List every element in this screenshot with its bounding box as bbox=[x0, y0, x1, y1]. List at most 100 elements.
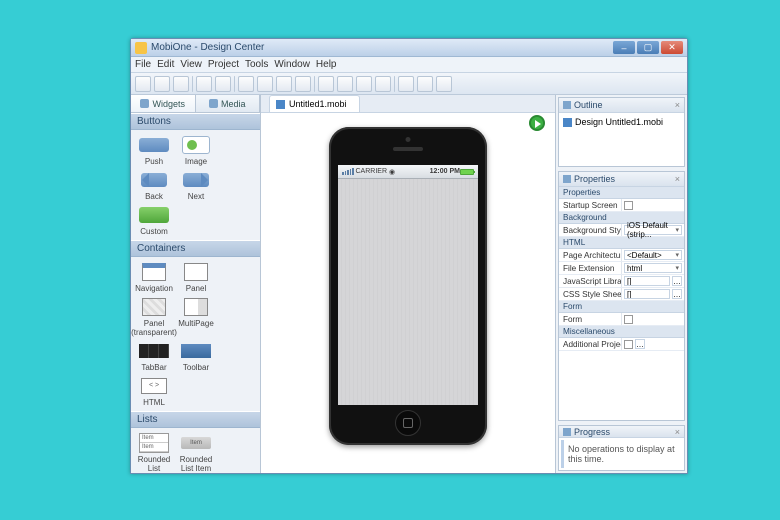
screen-content[interactable] bbox=[338, 179, 478, 405]
page-architecture-select[interactable]: <Default> bbox=[624, 250, 682, 260]
signal-icon bbox=[342, 168, 354, 175]
maximize-button[interactable]: ▢ bbox=[637, 41, 659, 54]
prop-category[interactable]: Miscellaneous bbox=[559, 326, 684, 338]
home-button[interactable] bbox=[395, 410, 421, 436]
design-canvas-area: Untitled1.mobi CARRIER bbox=[261, 95, 555, 473]
phone-screen[interactable]: CARRIER ◉ 12:00 PM bbox=[338, 165, 478, 405]
titlebar[interactable]: MobiOne - Design Center – ▢ ✕ bbox=[131, 39, 687, 57]
menu-edit[interactable]: Edit bbox=[157, 59, 174, 70]
browse-icon[interactable]: … bbox=[672, 276, 682, 286]
run-button[interactable] bbox=[529, 115, 545, 131]
widget-html[interactable]: < >HTML bbox=[133, 375, 175, 408]
toolbar-button[interactable] bbox=[398, 76, 414, 92]
widget-panel[interactable]: Panel bbox=[175, 261, 217, 294]
widget-custom[interactable]: Custom bbox=[133, 204, 175, 237]
toolbar-button[interactable] bbox=[238, 76, 254, 92]
widget-push[interactable]: Push bbox=[133, 134, 175, 167]
outline-icon bbox=[563, 101, 571, 109]
toolbar-button[interactable] bbox=[276, 76, 292, 92]
file-icon bbox=[563, 118, 572, 127]
widget-toolbar[interactable]: Toolbar bbox=[175, 340, 217, 373]
prop-row: Form bbox=[559, 313, 684, 326]
widget-panel-transparent[interactable]: Panel (transparent) bbox=[133, 296, 175, 338]
menu-file[interactable]: File bbox=[135, 59, 151, 70]
panel-close-icon[interactable]: × bbox=[675, 100, 680, 110]
widget-tabbar[interactable]: TabBar bbox=[133, 340, 175, 373]
toolbar-button[interactable] bbox=[215, 76, 231, 92]
widget-rounded-list[interactable]: ItemItemRounded List bbox=[133, 432, 175, 473]
window-title: MobiOne - Design Center bbox=[151, 42, 613, 53]
toolbar-button[interactable] bbox=[173, 76, 189, 92]
toolbar-button[interactable] bbox=[318, 76, 334, 92]
phone-earpiece bbox=[393, 147, 423, 151]
widget-back[interactable]: Back bbox=[133, 169, 175, 202]
carrier-label: CARRIER bbox=[356, 168, 388, 175]
widget-rounded-list-item[interactable]: ItemRounded List Item bbox=[175, 432, 217, 473]
widget-multipage[interactable]: MultiPage bbox=[175, 296, 217, 338]
browse-icon[interactable]: … bbox=[672, 289, 682, 299]
toolbar-button[interactable] bbox=[196, 76, 212, 92]
menu-window[interactable]: Window bbox=[274, 59, 310, 70]
tab-widgets[interactable]: Widgets bbox=[131, 95, 196, 112]
toolbar-button[interactable] bbox=[436, 76, 452, 92]
properties-panel: Properties× Properties Startup Screen Ba… bbox=[558, 171, 685, 421]
toolbar-button[interactable] bbox=[154, 76, 170, 92]
toolbar-separator bbox=[234, 76, 235, 92]
right-panels: Outline × Design Untitled1.mobi Propertie… bbox=[555, 95, 687, 473]
prop-row: JavaScript Libraries… bbox=[559, 275, 684, 288]
toolbar-separator bbox=[314, 76, 315, 92]
toolbar-button[interactable] bbox=[375, 76, 391, 92]
toolbar-separator bbox=[192, 76, 193, 92]
design-canvas[interactable]: CARRIER ◉ 12:00 PM bbox=[261, 113, 555, 473]
css-sheets-input[interactable] bbox=[624, 289, 670, 299]
widgets-icon bbox=[140, 99, 149, 108]
document-tab[interactable]: Untitled1.mobi bbox=[269, 95, 360, 112]
minimize-button[interactable]: – bbox=[613, 41, 635, 54]
form-checkbox[interactable] bbox=[624, 315, 633, 324]
browse-icon[interactable]: … bbox=[635, 339, 645, 349]
toolbar-button[interactable] bbox=[356, 76, 372, 92]
menu-view[interactable]: View bbox=[180, 59, 202, 70]
category-containers[interactable]: Containers bbox=[131, 240, 260, 257]
prop-row: File Extensionhtml bbox=[559, 262, 684, 275]
widget-navigation[interactable]: Navigation bbox=[133, 261, 175, 294]
app-icon bbox=[135, 42, 147, 54]
progress-panel: Progress × No operations to display at th… bbox=[558, 425, 685, 471]
media-icon bbox=[209, 99, 218, 108]
progress-icon bbox=[563, 428, 571, 436]
status-time: 12:00 PM bbox=[430, 168, 460, 175]
tab-media[interactable]: Media bbox=[196, 95, 261, 112]
menu-tools[interactable]: Tools bbox=[245, 59, 268, 70]
toolbar-button[interactable] bbox=[417, 76, 433, 92]
menubar: File Edit View Project Tools Window Help bbox=[131, 57, 687, 73]
prop-category[interactable]: Form bbox=[559, 301, 684, 313]
addl-files-checkbox[interactable] bbox=[624, 340, 633, 349]
category-lists[interactable]: Lists bbox=[131, 411, 260, 428]
outline-item[interactable]: Design Untitled1.mobi bbox=[559, 113, 684, 131]
panel-close-icon[interactable]: × bbox=[675, 427, 680, 437]
background-style-select[interactable]: iOS Default (strip... bbox=[624, 225, 682, 235]
toolbar-button[interactable] bbox=[295, 76, 311, 92]
panel-close-icon[interactable]: × bbox=[675, 174, 680, 184]
toolbar-button[interactable] bbox=[135, 76, 151, 92]
widget-next[interactable]: Next bbox=[175, 169, 217, 202]
progress-message: No operations to display at this time. bbox=[561, 440, 682, 468]
startup-screen-checkbox[interactable] bbox=[624, 201, 633, 210]
prop-category[interactable]: Properties bbox=[559, 187, 684, 199]
wifi-icon: ◉ bbox=[389, 168, 395, 176]
category-buttons[interactable]: Buttons bbox=[131, 113, 260, 130]
toolbar-button[interactable] bbox=[257, 76, 273, 92]
outline-title: Outline bbox=[574, 100, 603, 110]
widget-image[interactable]: Image bbox=[175, 134, 217, 167]
menu-help[interactable]: Help bbox=[316, 59, 337, 70]
battery-icon bbox=[460, 169, 474, 175]
document-tabs: Untitled1.mobi bbox=[261, 95, 555, 113]
close-button[interactable]: ✕ bbox=[661, 41, 683, 54]
phone-camera bbox=[406, 137, 411, 142]
file-extension-select[interactable]: html bbox=[624, 263, 682, 273]
menu-project[interactable]: Project bbox=[208, 59, 239, 70]
prop-row: Startup Screen bbox=[559, 199, 684, 212]
js-libs-input[interactable] bbox=[624, 276, 670, 286]
toolbar-button[interactable] bbox=[337, 76, 353, 92]
progress-title: Progress bbox=[574, 427, 610, 437]
